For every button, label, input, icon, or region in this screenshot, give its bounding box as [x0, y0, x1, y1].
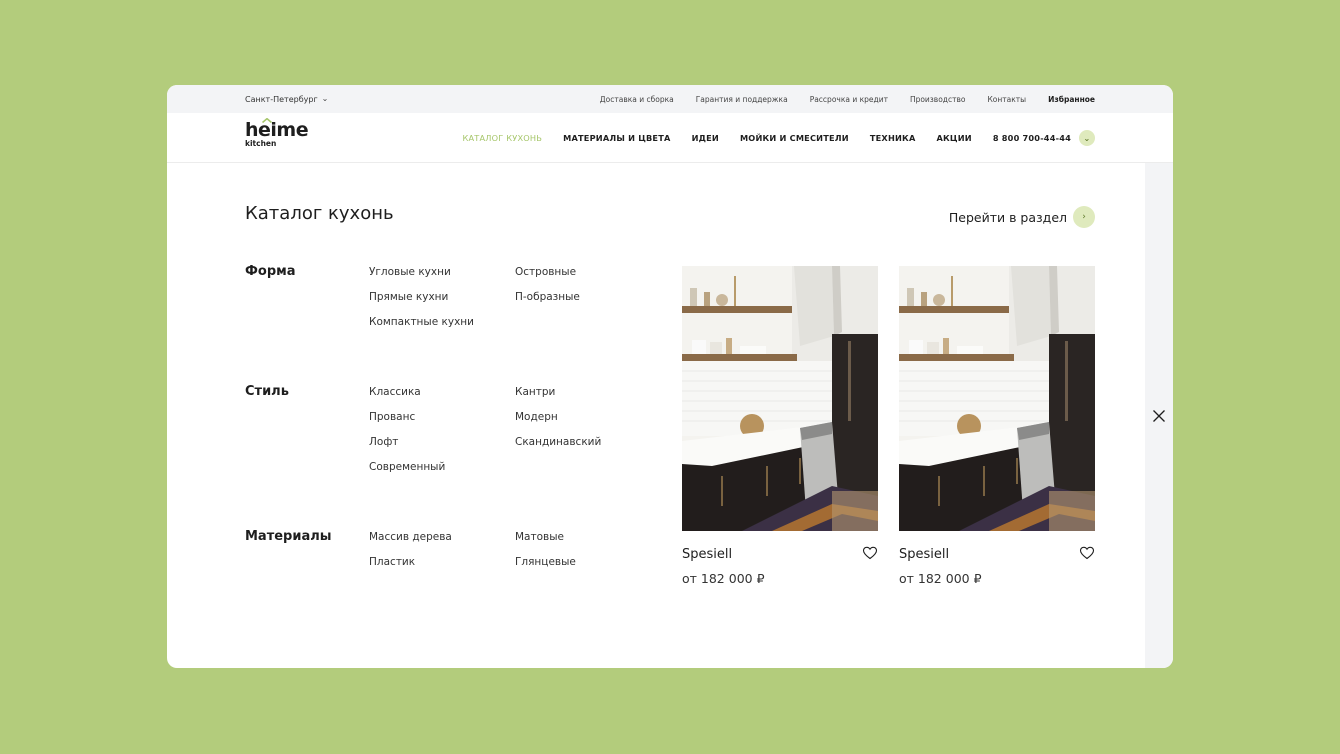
- product-name[interactable]: Spesiell: [899, 547, 949, 562]
- nav-appliances[interactable]: ТЕХНИКА: [870, 133, 916, 143]
- heart-icon[interactable]: [1079, 545, 1095, 561]
- goto-section-label: Перейти в раздел: [948, 209, 1067, 225]
- top-link-installment[interactable]: Рассрочка и кредит: [810, 95, 888, 104]
- category-link[interactable]: Модерн: [515, 411, 558, 423]
- city-label: Санкт-Петербург: [245, 94, 318, 104]
- product-name[interactable]: Spesiell: [682, 547, 732, 562]
- category-link[interactable]: Матовые: [515, 531, 564, 543]
- arrow-right-icon: ›: [1073, 206, 1095, 228]
- logo-subtitle: kitchen: [245, 139, 277, 148]
- catalog-menu-window: Санкт-Петербург ⌄ Доставка и сборка Гара…: [167, 85, 1173, 668]
- logo-word: heime: [245, 119, 309, 141]
- main-nav: КАТАЛОГ КУХОНЬ МАТЕРИАЛЫ И ЦВЕТА ИДЕИ МО…: [462, 113, 1095, 163]
- category-link[interactable]: Лофт: [369, 436, 398, 448]
- category-link[interactable]: Прованс: [369, 411, 415, 423]
- group-title-materials: Материалы: [245, 529, 332, 544]
- category-link[interactable]: П-образные: [515, 291, 580, 303]
- top-bar: Санкт-Петербург ⌄ Доставка и сборка Гара…: [167, 85, 1173, 113]
- close-icon[interactable]: [1151, 408, 1167, 424]
- top-link-production[interactable]: Производство: [910, 95, 966, 104]
- category-link[interactable]: Пластик: [369, 556, 415, 568]
- logo[interactable]: heime kitchen: [245, 118, 309, 148]
- city-selector[interactable]: Санкт-Петербург ⌄: [245, 85, 328, 113]
- kitchen-photo[interactable]: [682, 266, 878, 531]
- heart-icon[interactable]: [862, 545, 878, 561]
- top-link-contacts[interactable]: Контакты: [987, 95, 1026, 104]
- nav-sinks-faucets[interactable]: МОЙКИ И СМЕСИТЕЛИ: [740, 133, 849, 143]
- chevron-down-icon: ⌄: [321, 93, 329, 103]
- product-card[interactable]: Spesiell от 182 000 ₽: [682, 266, 878, 586]
- main-header: heime kitchen КАТАЛОГ КУХОНЬ МАТЕРИАЛЫ И…: [167, 113, 1173, 163]
- favorites-link[interactable]: Избранное: [1048, 95, 1095, 104]
- goto-section-button[interactable]: Перейти в раздел ›: [949, 206, 1095, 228]
- top-links: Доставка и сборка Гарантия и поддержка Р…: [600, 85, 1095, 113]
- product-price: от 182 000 ₽: [899, 571, 982, 586]
- top-link-delivery[interactable]: Доставка и сборка: [600, 95, 674, 104]
- nav-materials-colors[interactable]: МАТЕРИАЛЫ И ЦВЕТА: [563, 133, 670, 143]
- category-link[interactable]: Островные: [515, 266, 576, 278]
- top-link-warranty[interactable]: Гарантия и поддержка: [696, 95, 788, 104]
- nav-ideas[interactable]: ИДЕИ: [692, 133, 719, 143]
- phone-block: 8 800 700-44-44 ⌄: [993, 130, 1095, 146]
- logo-wordmark: heime: [245, 118, 309, 141]
- category-link[interactable]: Классика: [369, 386, 421, 398]
- kitchen-photo[interactable]: [899, 266, 1095, 531]
- category-link[interactable]: Кантри: [515, 386, 555, 398]
- nav-promotions[interactable]: АКЦИИ: [936, 133, 971, 143]
- category-link[interactable]: Глянцевые: [515, 556, 576, 568]
- page-title: Каталог кухонь: [245, 203, 394, 224]
- group-title-style: Стиль: [245, 384, 289, 399]
- category-link[interactable]: Современный: [369, 461, 445, 473]
- group-title-shape: Форма: [245, 264, 296, 279]
- nav-kitchen-catalog[interactable]: КАТАЛОГ КУХОНЬ: [462, 133, 542, 143]
- category-link[interactable]: Прямые кухни: [369, 291, 448, 303]
- phone-number[interactable]: 8 800 700-44-44: [993, 133, 1071, 143]
- category-link[interactable]: Компактные кухни: [369, 316, 474, 328]
- phone-dropdown-chevron-down-icon[interactable]: ⌄: [1079, 130, 1095, 146]
- product-card[interactable]: Spesiell от 182 000 ₽: [899, 266, 1095, 586]
- category-link[interactable]: Угловые кухни: [369, 266, 451, 278]
- logo-roof-icon: [262, 118, 272, 123]
- product-price: от 182 000 ₽: [682, 571, 765, 586]
- category-link[interactable]: Массив дерева: [369, 531, 452, 543]
- category-link[interactable]: Скандинавский: [515, 436, 601, 448]
